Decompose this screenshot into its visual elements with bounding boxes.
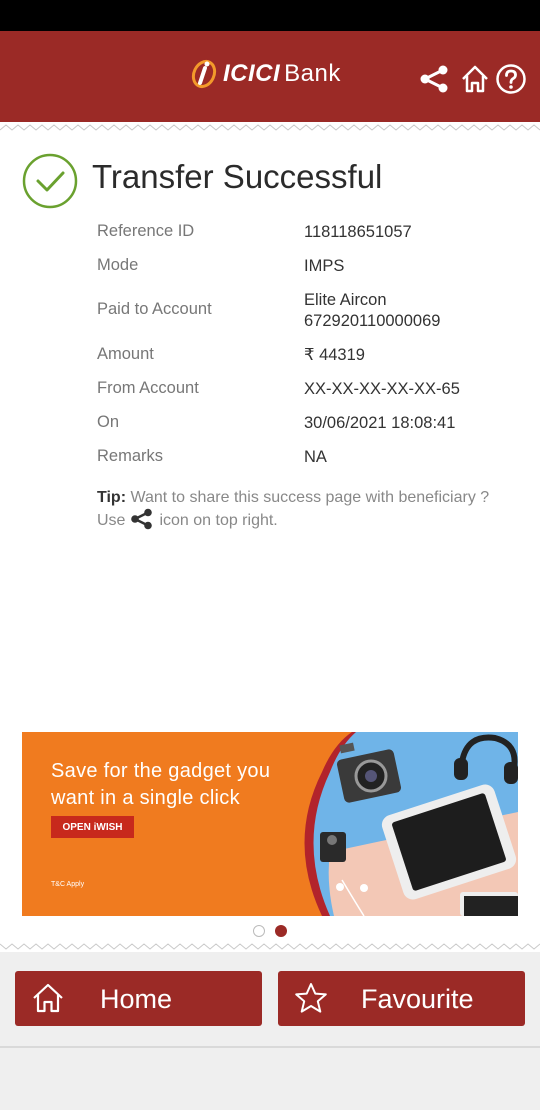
check-circle-icon [22, 153, 78, 209]
zigzag-edge-bottom [0, 943, 540, 950]
action-camera-icon [320, 832, 346, 862]
detail-value: XX-XX-XX-XX-XX-65 [304, 380, 460, 398]
carousel-dot-1[interactable] [253, 925, 265, 937]
detail-label: Reference ID [97, 222, 195, 240]
icici-logo-icon [191, 59, 217, 89]
home-icon[interactable] [459, 63, 491, 95]
detail-label: From Account [97, 379, 199, 397]
transfer-status-title: Transfer Successful [92, 158, 383, 195]
help-icon[interactable] [495, 63, 527, 95]
app-header: ICICI Bank [0, 31, 540, 122]
share-icon[interactable] [418, 63, 450, 95]
detail-value: IMPS [304, 257, 345, 275]
share-icon [131, 508, 153, 530]
detail-value: ₹ 44319 [304, 346, 365, 364]
home-button-label: Home [100, 984, 173, 1014]
detail-label: On [97, 413, 120, 431]
banner-headline-line1: Save for the gadget you [51, 760, 271, 782]
tip-text-after: icon on top right. [159, 512, 278, 529]
status-bar [0, 0, 540, 31]
tip-prefix: Tip: [97, 489, 127, 506]
detail-label: Amount [97, 345, 154, 363]
detail-value-account-number: 672920110000069 [304, 312, 441, 330]
tip-text-before: Want to share this success page with ben… [97, 489, 490, 529]
open-iwish-button[interactable]: OPEN iWISH [51, 816, 134, 838]
detail-label: Remarks [97, 447, 164, 465]
carousel-indicator [253, 925, 287, 937]
star-icon [295, 983, 327, 1013]
carousel-dot-2-active[interactable] [275, 925, 287, 937]
detail-value: 118118651057 [304, 223, 412, 241]
detail-value: 30/06/2021 18:08:41 [304, 414, 456, 432]
detail-label: Mode [97, 256, 139, 274]
banner-headline-line2: want in a single click [51, 787, 240, 809]
home-button[interactable]: Home [15, 971, 262, 1026]
iwish-promo-banner[interactable]: Save for the gadget you want in a single… [22, 732, 518, 916]
favourite-button[interactable]: Favourite [278, 971, 525, 1026]
favourite-button-label: Favourite [361, 984, 474, 1014]
detail-value: NA [304, 448, 327, 466]
divider [0, 1046, 540, 1048]
detail-value: Elite Aircon [304, 291, 387, 309]
receipt-sheet: Transfer Successful Reference ID 1181186… [0, 122, 540, 952]
home-icon [33, 983, 63, 1013]
gadgets-image [304, 732, 518, 916]
detail-label: Paid to Account [97, 300, 212, 318]
icici-logo: ICICI Bank [189, 59, 341, 89]
banner-terms: T&C Apply [51, 881, 85, 888]
brand-name: ICICI [223, 60, 281, 87]
share-tip: Tip: Want to share this success page wit… [97, 487, 517, 531]
zigzag-edge-top [0, 124, 540, 131]
brand-suffix: Bank [284, 60, 341, 87]
